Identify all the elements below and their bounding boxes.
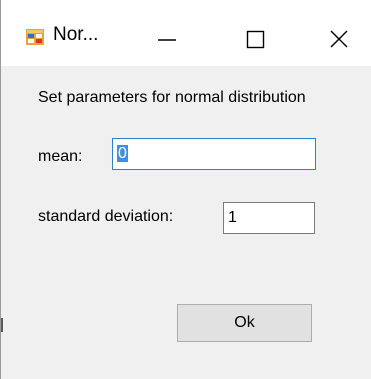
ok-button[interactable]: Ok xyxy=(177,304,312,342)
app-form-icon xyxy=(26,29,44,45)
dialog-window: Nor... Set parameters for normal distrib… xyxy=(0,0,371,379)
minimize-button[interactable] xyxy=(141,14,191,60)
window-edge-marker xyxy=(1,318,3,332)
mean-label: mean: xyxy=(38,148,83,165)
standard-deviation-input[interactable]: 1 xyxy=(223,202,315,234)
mean-input[interactable]: 0 xyxy=(112,138,316,170)
standard-deviation-input-value: 1 xyxy=(228,209,237,226)
maximize-button[interactable] xyxy=(230,14,280,60)
window-title: Nor... xyxy=(53,24,99,45)
standard-deviation-label: standard deviation: xyxy=(38,208,174,225)
form-heading: Set parameters for normal distribution xyxy=(38,89,306,106)
maximize-icon xyxy=(246,30,265,49)
close-button[interactable] xyxy=(314,14,364,60)
mean-input-value: 0 xyxy=(117,145,128,162)
title-bar[interactable]: Nor... xyxy=(1,0,371,66)
minimize-icon xyxy=(158,39,176,41)
close-icon xyxy=(330,30,348,48)
